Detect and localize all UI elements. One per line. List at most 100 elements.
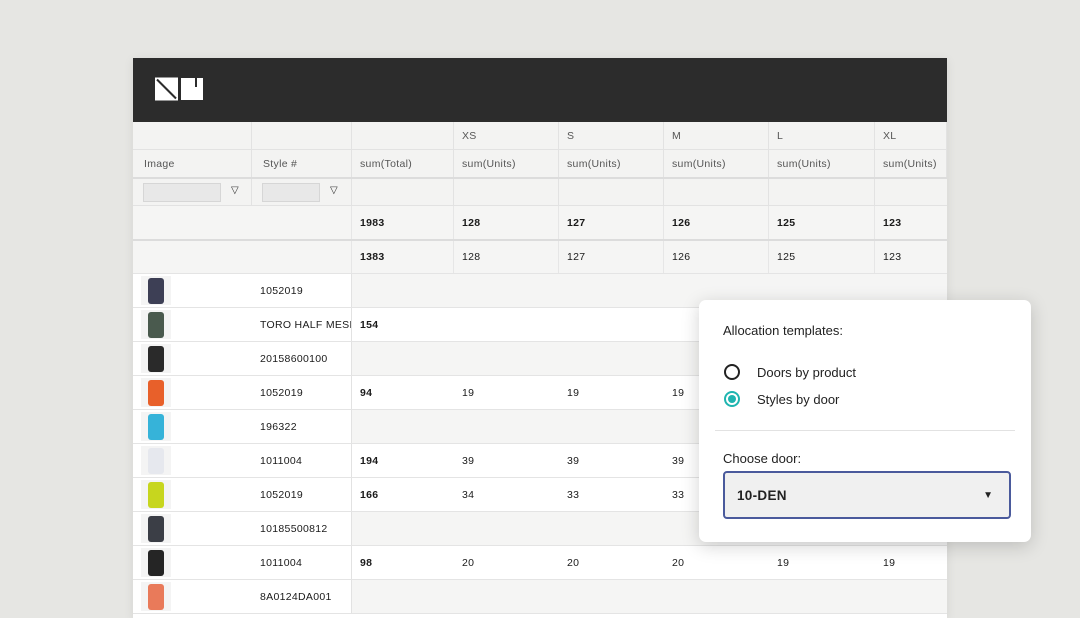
product-thumbnail[interactable] xyxy=(141,378,171,407)
style-number: 1052019 xyxy=(252,274,352,307)
header-style[interactable]: Style # xyxy=(252,150,352,177)
size-units-cell[interactable]: 39 xyxy=(559,444,664,477)
product-thumbnail[interactable] xyxy=(141,548,171,577)
header-blank-total xyxy=(352,122,454,149)
option-styles-by-door[interactable]: Styles by door xyxy=(724,391,839,407)
option-label: Styles by door xyxy=(757,391,840,407)
product-thumbnail[interactable] xyxy=(141,446,171,475)
size-units-cell[interactable]: 19 xyxy=(559,376,664,409)
product-image-cell xyxy=(133,342,252,375)
header-sum-total[interactable]: sum(Total) xyxy=(352,150,454,177)
row-total[interactable] xyxy=(352,410,454,443)
grand-total-row: 1983 128 127 126 125 123 xyxy=(133,206,947,241)
size-header-row: XS S M L XL xyxy=(133,122,947,150)
header-size-m[interactable]: M xyxy=(664,122,769,149)
total-size-m: 126 xyxy=(664,206,769,239)
product-image xyxy=(148,549,164,576)
header-size-l[interactable]: L xyxy=(769,122,875,149)
size-units-cell[interactable]: 20 xyxy=(454,546,559,579)
row-total[interactable] xyxy=(352,580,454,613)
header-sum-units[interactable]: sum(Units) xyxy=(769,150,875,177)
style-number: 1011004 xyxy=(252,546,352,579)
row-total[interactable]: 94 xyxy=(352,376,454,409)
header-sum-units[interactable]: sum(Units) xyxy=(454,150,559,177)
filter-blank xyxy=(664,179,769,205)
product-image-cell xyxy=(133,546,252,579)
size-units-cell[interactable] xyxy=(454,274,559,307)
size-units-cell[interactable] xyxy=(454,512,559,545)
size-units-cell[interactable] xyxy=(454,342,559,375)
product-image xyxy=(148,515,164,542)
size-units-cell[interactable] xyxy=(559,274,664,307)
product-image-cell xyxy=(133,376,252,409)
header-size-s[interactable]: S xyxy=(559,122,664,149)
total-size-xl: 123 xyxy=(883,216,902,229)
subtotal-row: 1383 128 127 126 125 123 xyxy=(133,241,947,274)
subtotal-size-xs: 128 xyxy=(454,241,559,273)
product-image-cell xyxy=(133,580,252,613)
size-units-cell[interactable] xyxy=(454,580,559,613)
door-select[interactable]: 10-DEN ▼ xyxy=(723,471,1011,519)
row-total[interactable] xyxy=(352,342,454,375)
size-units-cell[interactable] xyxy=(559,342,664,375)
row-total[interactable] xyxy=(352,512,454,545)
size-units-cell[interactable] xyxy=(559,308,664,341)
size-units-cell[interactable]: 19 xyxy=(454,376,559,409)
door-select-value: 10-DEN xyxy=(737,487,787,503)
size-units-cell[interactable] xyxy=(875,580,947,613)
header-blank-style xyxy=(252,122,352,149)
size-units-cell[interactable]: 33 xyxy=(559,478,664,511)
size-units-cell[interactable] xyxy=(769,580,875,613)
product-thumbnail[interactable] xyxy=(141,480,171,509)
image-filter-input[interactable] xyxy=(143,182,221,202)
product-thumbnail[interactable] xyxy=(141,276,171,305)
caret-down-icon: ▼ xyxy=(983,490,993,501)
row-total[interactable]: 154 xyxy=(352,308,454,341)
header-sum-units[interactable]: sum(Units) xyxy=(664,150,769,177)
product-thumbnail[interactable] xyxy=(141,344,171,373)
header-sum-units[interactable]: sum(Units) xyxy=(559,150,664,177)
column-subheader-row: Image Style # sum(Total) sum(Units) sum(… xyxy=(133,150,947,179)
table-row[interactable]: 1011004 98 20 20 20 19 19 xyxy=(133,546,947,580)
brand-logo[interactable] xyxy=(155,77,205,102)
header-image[interactable]: Image xyxy=(133,150,252,177)
product-thumbnail[interactable] xyxy=(141,582,171,611)
row-total[interactable]: 166 xyxy=(352,478,454,511)
size-units-cell[interactable]: 19 xyxy=(875,546,947,579)
size-units-cell[interactable]: 19 xyxy=(769,546,875,579)
size-units-cell[interactable] xyxy=(559,580,664,613)
style-number: 1052019 xyxy=(252,478,352,511)
grand-total-value: 1983 xyxy=(352,206,454,239)
product-image xyxy=(148,379,164,406)
size-units-cell[interactable] xyxy=(664,580,769,613)
product-thumbnail[interactable] xyxy=(141,310,171,339)
funnel-icon[interactable]: ▽ xyxy=(330,185,338,196)
row-total[interactable]: 194 xyxy=(352,444,454,477)
style-filter-input[interactable] xyxy=(262,182,320,202)
product-thumbnail[interactable] xyxy=(141,412,171,441)
subtotal-size-s: 127 xyxy=(559,241,664,273)
product-image xyxy=(148,311,164,338)
radio-unselected[interactable] xyxy=(724,364,740,380)
size-units-cell[interactable] xyxy=(559,512,664,545)
row-total[interactable] xyxy=(352,274,454,307)
size-units-cell[interactable]: 20 xyxy=(559,546,664,579)
product-thumbnail[interactable] xyxy=(141,514,171,543)
size-units-cell[interactable] xyxy=(454,410,559,443)
total-label-blank xyxy=(133,206,352,239)
product-image-cell xyxy=(133,512,252,545)
size-units-cell[interactable]: 20 xyxy=(664,546,769,579)
header-size-xl[interactable]: XL xyxy=(875,122,947,149)
header-size-xs[interactable]: XS xyxy=(454,122,559,149)
row-total[interactable]: 98 xyxy=(352,546,454,579)
size-units-cell[interactable] xyxy=(559,410,664,443)
style-number: 20158600100 xyxy=(252,342,352,375)
header-sum-units[interactable]: sum(Units) xyxy=(875,150,947,177)
radio-selected[interactable] xyxy=(724,391,740,407)
option-doors-by-product[interactable]: Doors by product xyxy=(724,364,856,380)
size-units-cell[interactable] xyxy=(454,308,559,341)
size-units-cell[interactable]: 39 xyxy=(454,444,559,477)
size-units-cell[interactable]: 34 xyxy=(454,478,559,511)
table-row[interactable]: 8A0124DA001 xyxy=(133,580,947,614)
funnel-icon[interactable]: ▽ xyxy=(231,185,239,196)
